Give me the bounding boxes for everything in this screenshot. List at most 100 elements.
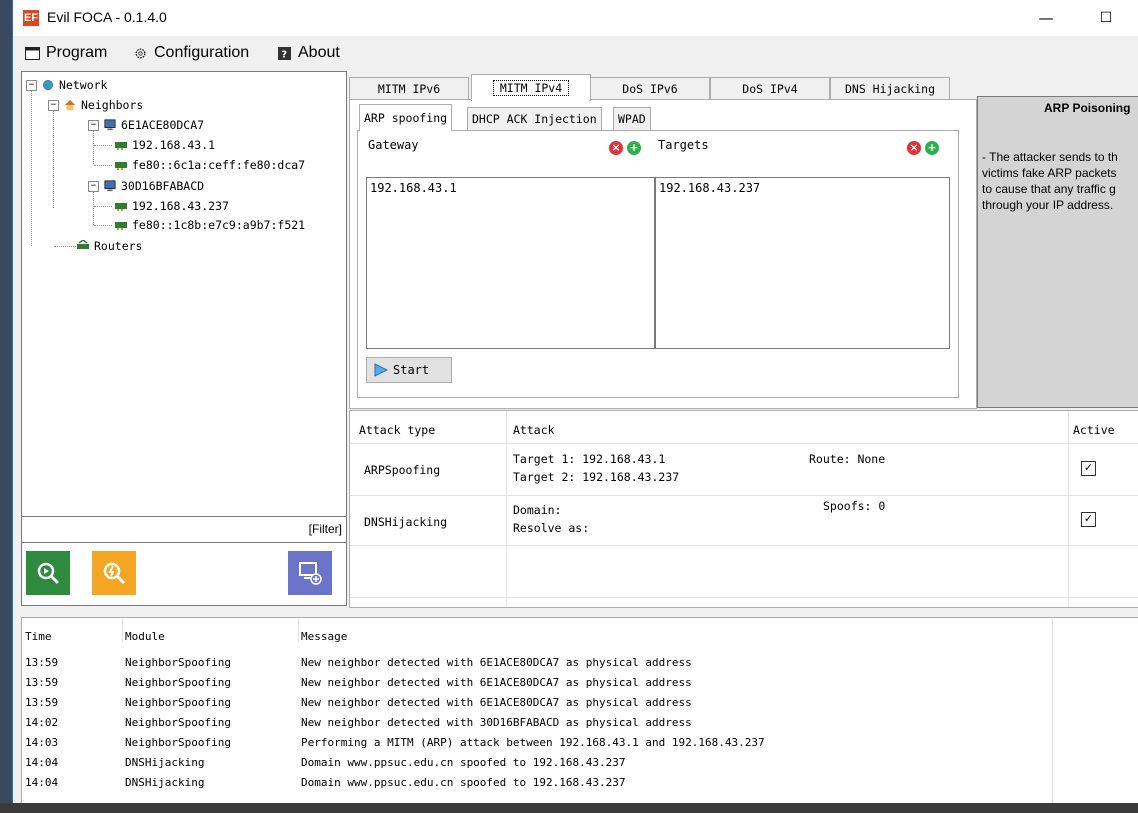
subtab-arp-spoofing[interactable]: ARP spoofing <box>359 104 453 131</box>
collapse-icon[interactable]: − <box>48 99 59 111</box>
evil-foca-window: EF Evil FOCA - 0.1.4.0 — ☐ Program Confi… <box>12 0 1138 813</box>
column-header-active[interactable]: Active <box>1073 423 1115 437</box>
play-icon <box>374 363 389 377</box>
menu-about[interactable]: ? About <box>277 44 340 62</box>
tree-label: Routers <box>94 239 143 253</box>
attack-extra: Spoofs: 0 <box>823 499 886 513</box>
log-time: 13:59 <box>25 656 59 669</box>
log-row[interactable]: 14:04 DNSHijacking Domain www.ppsuc.edu.… <box>22 772 1138 792</box>
tree-label: 192.168.43.1 <box>132 138 216 152</box>
network-card-icon <box>115 203 127 211</box>
add-computer-icon <box>299 562 322 585</box>
column-header-attack-type[interactable]: Attack type <box>359 423 435 437</box>
minimize-button[interactable]: — <box>1023 0 1069 36</box>
remove-gateway-icon[interactable]: × <box>609 141 623 155</box>
search-bolt-icon <box>103 562 126 585</box>
tab-dos-ipv4[interactable]: DoS IPv4 <box>710 77 830 100</box>
attack-type-cell[interactable]: ARPSpoofing <box>364 463 440 477</box>
log-header-message[interactable]: Message <box>301 630 347 643</box>
collapse-icon[interactable]: − <box>88 180 99 192</box>
active-checkbox[interactable]: ✓ <box>1081 461 1096 476</box>
log-time: 14:04 <box>25 776 59 789</box>
network-tree[interactable]: − Network − Neighbors − 6E1ACE80DCA7 192… <box>21 71 347 517</box>
stop-scan-button[interactable] <box>92 551 136 595</box>
start-button[interactable]: Start <box>366 357 452 383</box>
tree-node-neighbors[interactable]: − Neighbors <box>48 98 143 112</box>
row-divider <box>350 443 1138 444</box>
add-target-icon[interactable]: + <box>925 141 939 155</box>
log-header-time[interactable]: Time <box>25 630 52 643</box>
attack-extra: Route: None <box>809 452 886 466</box>
remove-target-icon[interactable]: × <box>907 141 921 155</box>
log-header-module[interactable]: Module <box>125 630 165 643</box>
info-line: through your IP address. <box>982 198 1114 212</box>
tree-node-routers[interactable]: Routers <box>76 239 142 253</box>
log-module: NeighborSpoofing <box>125 736 231 749</box>
collapse-icon[interactable]: − <box>26 79 37 91</box>
window-icon <box>25 46 40 60</box>
help-icon: ? <box>278 46 291 60</box>
log-row[interactable]: 14:03 NeighborSpoofing Performing a MITM… <box>22 732 1138 752</box>
tab-dns-hijacking[interactable]: DNS Hijacking <box>830 77 950 100</box>
tree-line <box>94 145 112 146</box>
filter-link[interactable]: [Filter] <box>309 522 342 536</box>
subtab-wpad[interactable]: WPAD <box>613 107 651 130</box>
tab-dos-ipv6[interactable]: DoS IPv6 <box>590 77 710 100</box>
start-scan-button[interactable] <box>26 551 70 595</box>
log-row[interactable]: 13:59 NeighborSpoofing New neighbor dete… <box>22 652 1138 672</box>
add-gateway-icon[interactable]: + <box>627 141 641 155</box>
log-module: DNSHijacking <box>125 756 205 769</box>
maximize-button[interactable]: ☐ <box>1083 0 1129 36</box>
tab-mitm-ipv4[interactable]: MITM IPv4 <box>471 74 591 101</box>
filter-box[interactable]: [Filter] <box>21 516 347 543</box>
info-title: ARP Poisoning <box>1044 101 1131 115</box>
log-row[interactable]: 13:59 NeighborSpoofing New neighbor dete… <box>22 672 1138 692</box>
log-module: NeighborSpoofing <box>125 656 231 669</box>
subtab-dhcp-ack-injection[interactable]: DHCP ACK Injection <box>467 107 602 130</box>
menu-about-label: About <box>298 44 340 61</box>
house-icon <box>64 99 76 111</box>
title-bar[interactable]: EF Evil FOCA - 0.1.4.0 — ☐ <box>13 0 1138 36</box>
tree-node-host-1[interactable]: − 6E1ACE80DCA7 <box>88 118 204 132</box>
tree-node-network[interactable]: − Network <box>26 78 107 92</box>
row-divider <box>350 545 1138 546</box>
log-row[interactable]: 14:04 DNSHijacking Domain www.ppsuc.edu.… <box>22 752 1138 772</box>
attacks-grid[interactable]: Attack type Attack Active ARPSpoofing Ta… <box>349 410 1138 608</box>
tree-label: Neighbors <box>81 98 144 112</box>
tree-node-ip[interactable]: 192.168.43.237 <box>114 199 229 213</box>
active-checkbox[interactable]: ✓ <box>1081 512 1096 527</box>
tree-node-ip[interactable]: 192.168.43.1 <box>114 138 215 152</box>
log-panel[interactable]: Time Module Message 13:59 NeighborSpoofi… <box>21 617 1138 804</box>
add-host-button[interactable] <box>288 551 332 595</box>
collapse-icon[interactable]: − <box>88 119 99 131</box>
row-divider <box>350 495 1138 496</box>
log-module: NeighborSpoofing <box>125 716 231 729</box>
column-divider <box>1068 411 1069 607</box>
tree-node-host-2[interactable]: − 30D16BFABACD <box>88 179 204 193</box>
menu-program[interactable]: Program <box>25 44 107 62</box>
column-header-attack[interactable]: Attack <box>513 423 555 437</box>
log-message: Domain www.ppsuc.edu.cn spoofed to 192.1… <box>301 756 626 769</box>
gateway-list[interactable]: 192.168.43.1 <box>366 177 655 349</box>
gear-icon <box>135 48 146 58</box>
gateway-label: Gateway <box>368 138 419 152</box>
tree-node-ip[interactable]: fe80::1c8b:e7c9:a9b7:f521 <box>114 218 305 232</box>
info-line: - The attacker sends to th <box>982 150 1118 164</box>
target-item[interactable]: 192.168.43.237 <box>659 181 760 195</box>
tab-mitm-ipv6[interactable]: MITM IPv6 <box>349 77 469 100</box>
scan-button-bar <box>21 542 347 606</box>
attack-type-cell[interactable]: DNSHijacking <box>364 515 447 529</box>
menu-configuration[interactable]: Configuration <box>133 44 249 62</box>
log-message: Performing a MITM (ARP) attack between 1… <box>301 736 765 749</box>
targets-list[interactable]: 192.168.43.237 <box>655 177 950 349</box>
log-time: 14:03 <box>25 736 59 749</box>
tree-label: 6E1ACE80DCA7 <box>121 118 205 132</box>
log-row[interactable]: 13:59 NeighborSpoofing New neighbor dete… <box>22 692 1138 712</box>
tree-line <box>93 189 94 225</box>
gateway-item[interactable]: 192.168.43.1 <box>370 181 457 195</box>
tree-node-ip[interactable]: fe80::6c1a:ceff:fe80:dca7 <box>114 158 305 172</box>
targets-label: Targets <box>658 138 709 152</box>
log-row[interactable]: 14:02 NeighborSpoofing New neighbor dete… <box>22 712 1138 732</box>
background-strip <box>0 803 1138 813</box>
log-module: NeighborSpoofing <box>125 696 231 709</box>
